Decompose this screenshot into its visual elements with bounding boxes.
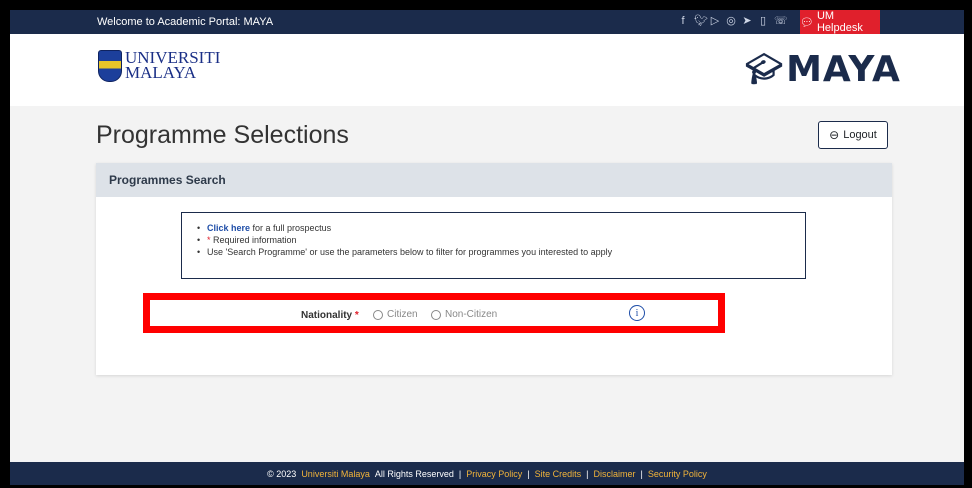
non-citizen-label: Non-Citizen <box>445 309 498 320</box>
nationality-required-marker: * <box>354 310 359 321</box>
citizen-radio[interactable]: Citizen <box>373 309 418 320</box>
telegram-icon[interactable]: ➤ <box>742 14 752 28</box>
university-name-line2: MALAYA <box>125 63 197 82</box>
nationality-label: Nationality * <box>301 310 359 321</box>
programmes-search-card: Programmes Search Click here for a full … <box>96 163 892 375</box>
logout-label: Logout <box>843 129 877 141</box>
twitter-icon[interactable]: 🐦︎ <box>694 14 708 28</box>
list-item: Click here for a full prospectus <box>195 222 805 234</box>
graduation-cap-icon: 🎓︎ <box>745 52 785 87</box>
tablet-icon[interactable]: ▯ <box>758 14 768 28</box>
social-links: f 🐦︎ ▷ ◎ ➤ ▯ ☏ <box>678 14 788 28</box>
university-logo[interactable]: UNIVERSITI MALAYA <box>98 49 220 82</box>
site-header: UNIVERSITI MALAYA 🎓︎ MAYA <box>10 34 964 106</box>
helpdesk-label: UM Helpdesk <box>816 10 863 34</box>
logout-button[interactable]: ⊖ Logout <box>818 121 888 149</box>
list-item: * Required information <box>195 234 805 246</box>
helpdesk-button[interactable]: 💬︎ UM Helpdesk <box>800 10 880 34</box>
copyright-text: © 2023 <box>267 468 297 479</box>
disclaimer-link[interactable]: Disclaimer <box>593 469 635 479</box>
top-bar: Welcome to Academic Portal: MAYA f 🐦︎ ▷ … <box>10 10 964 34</box>
university-name: UNIVERSITI MALAYA <box>125 49 220 82</box>
nationality-field: Nationality * Citizen Non-Citizen i <box>143 293 725 333</box>
youtube-icon[interactable]: ▷ <box>710 14 720 28</box>
screen-frame-left <box>0 0 10 488</box>
site-credits-link[interactable]: Site Credits <box>535 469 582 479</box>
required-text: Required information <box>210 235 297 245</box>
privacy-policy-link[interactable]: Privacy Policy <box>466 469 522 479</box>
info-icon[interactable]: i <box>629 305 645 321</box>
logout-icon: ⊖ <box>829 128 840 142</box>
crest-icon <box>98 50 122 82</box>
footer-separator: | <box>458 468 462 479</box>
screen-frame-right <box>964 0 972 488</box>
footer-separator: | <box>640 468 643 479</box>
rights-text: All Rights Reserved <box>374 468 454 479</box>
radio-circle-icon <box>373 309 383 320</box>
instagram-icon[interactable]: ◎ <box>726 14 736 28</box>
list-item: Use 'Search Programme' or use the parame… <box>195 246 805 258</box>
non-citizen-radio[interactable]: Non-Citizen <box>431 309 497 320</box>
facebook-icon[interactable]: f <box>678 14 688 28</box>
page-title: Programme Selections <box>96 121 349 149</box>
security-policy-link[interactable]: Security Policy <box>648 469 707 479</box>
maya-logo[interactable]: 🎓︎ MAYA <box>745 49 901 90</box>
phone-icon[interactable]: ☏ <box>774 14 788 28</box>
university-link[interactable]: Universiti Malaya <box>301 469 370 479</box>
screen-frame-top <box>0 0 972 10</box>
info-box: Click here for a full prospectus * Requi… <box>181 212 806 279</box>
footer-separator: | <box>527 468 530 479</box>
search-hint: Use 'Search Programme' or use the parame… <box>207 247 613 257</box>
radio-circle-icon <box>431 309 441 320</box>
maya-logo-text: MAYA <box>786 49 901 90</box>
prospectus-suffix: for a full prospectus <box>250 223 332 233</box>
prospectus-link[interactable]: Click here <box>207 223 250 233</box>
citizen-label: Citizen <box>387 309 418 320</box>
footer-separator: | <box>586 468 589 479</box>
chat-icon: 💬︎ <box>800 16 814 29</box>
nationality-label-text: Nationality <box>301 310 353 321</box>
card-title: Programmes Search <box>96 163 892 197</box>
welcome-text: Welcome to Academic Portal: MAYA <box>97 16 274 28</box>
site-footer: © 2023 Universiti Malaya All Rights Rese… <box>10 462 964 485</box>
